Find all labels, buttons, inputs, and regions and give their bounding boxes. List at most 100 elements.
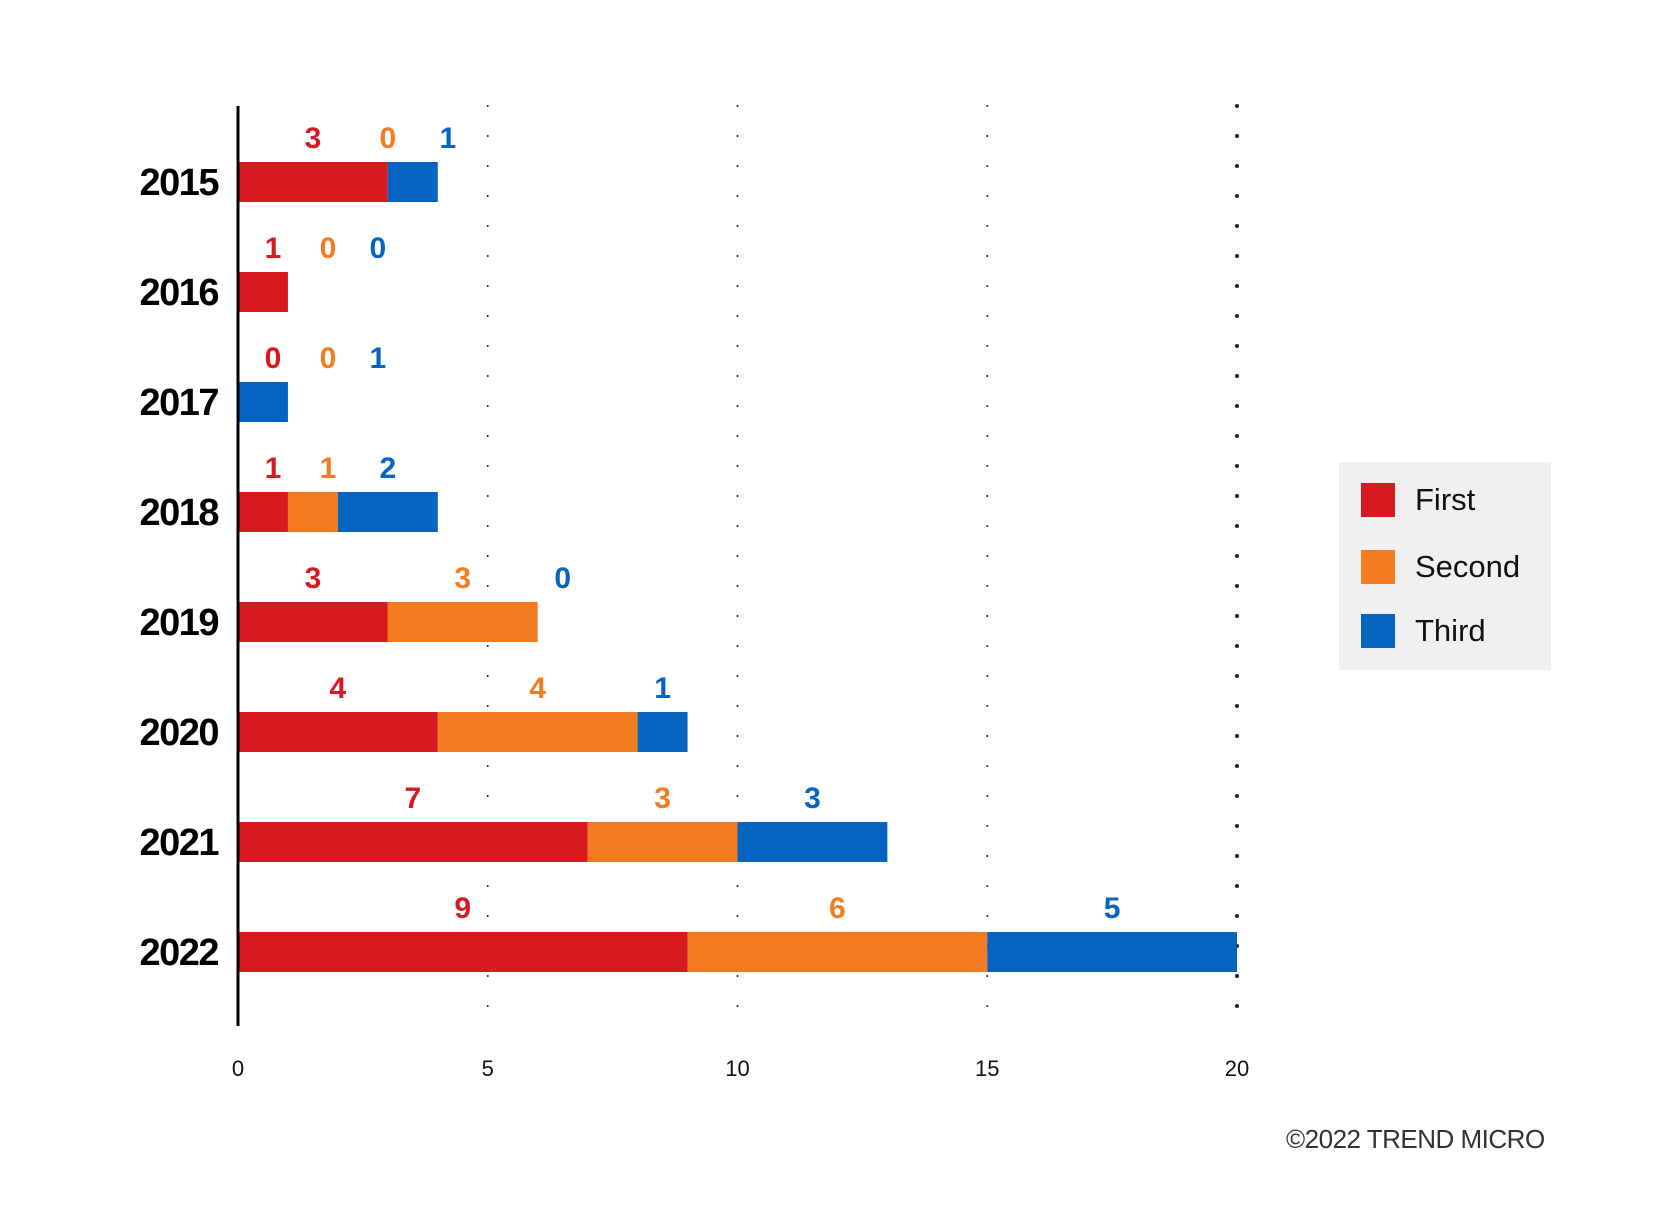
gridline-dot — [486, 705, 489, 707]
bar-segment-third — [637, 712, 688, 752]
gridline-dot — [486, 375, 489, 377]
gridline-dot — [486, 435, 489, 437]
bar-segment-first — [238, 162, 388, 202]
gridline-dot — [986, 885, 989, 887]
gridline-dot — [736, 465, 739, 467]
gridline-dot — [1235, 524, 1239, 528]
gridline-dot — [1235, 884, 1239, 888]
value-label-first: 1 — [265, 232, 282, 265]
value-label-third: 0 — [370, 232, 387, 265]
bar-segment-first — [238, 932, 688, 972]
gridline-dot — [1235, 374, 1239, 378]
legend-label-second: Second — [1415, 549, 1521, 584]
gridline-dot — [736, 585, 739, 587]
x-tick-label: 0 — [232, 1056, 244, 1081]
gridline-dot — [986, 285, 989, 287]
gridline-dot — [736, 165, 739, 167]
value-label-third: 3 — [804, 782, 821, 815]
gridline-dot — [486, 645, 489, 647]
bar-segment-second — [287, 492, 338, 532]
bar-segment-second — [587, 822, 738, 862]
legend-label-first: First — [1415, 482, 1476, 517]
bar-segment-third — [737, 822, 888, 862]
gridline-dot — [986, 375, 989, 377]
gridline-dot — [986, 915, 989, 917]
gridline-dot — [736, 555, 739, 557]
value-label-second: 4 — [529, 672, 546, 705]
gridline-dot — [1235, 734, 1239, 738]
category-label: 2022 — [139, 932, 218, 974]
category-label: 2021 — [139, 822, 219, 864]
gridline-dot — [736, 795, 739, 797]
value-label-first: 1 — [265, 452, 282, 485]
gridline-dot — [486, 975, 489, 977]
gridline-dot — [986, 465, 989, 467]
gridline-dot — [736, 135, 739, 137]
gridline-dot — [1235, 254, 1239, 258]
gridline-dot — [1235, 674, 1239, 678]
gridline-dot — [486, 675, 489, 677]
bar-segment-third — [387, 162, 438, 202]
category-label: 2017 — [139, 382, 218, 424]
gridlines — [486, 104, 1239, 1008]
value-label-third: 0 — [554, 562, 571, 595]
value-label-second: 0 — [320, 232, 337, 265]
legend-swatch-first — [1361, 483, 1395, 517]
gridline-dot — [1235, 764, 1239, 768]
value-label-third: 1 — [439, 122, 456, 155]
bar-segment-first — [238, 712, 438, 752]
bar-segment-first — [238, 822, 588, 862]
gridline-dot — [1235, 914, 1239, 918]
gridline-dot — [1235, 584, 1239, 588]
category-labels: 2015 2016 2017 2018 2019 2020 2021 2022 — [139, 162, 220, 974]
bar-segment-second — [687, 932, 988, 972]
value-label-second: 0 — [380, 122, 397, 155]
bar-segment-second — [437, 712, 638, 752]
value-label-third: 1 — [654, 672, 671, 705]
x-tick-label: 10 — [725, 1056, 749, 1081]
value-label-second: 6 — [829, 892, 846, 925]
gridline-dot — [736, 1005, 739, 1007]
gridline-dot — [986, 975, 989, 977]
gridline-dot — [736, 345, 739, 347]
gridline-dot — [1235, 224, 1239, 228]
value-label-third: 1 — [370, 342, 387, 375]
gridline-dot — [486, 525, 489, 527]
gridline-dot — [1235, 614, 1239, 618]
gridline-dot — [736, 675, 739, 677]
legend-item-third: Third — [1361, 613, 1486, 649]
gridline-dot — [736, 255, 739, 257]
gridline-dot — [1235, 554, 1239, 558]
gridline-dot — [1235, 824, 1239, 828]
gridline-dot — [986, 735, 989, 737]
gridline-dot — [736, 765, 739, 767]
gridline-dot — [986, 225, 989, 227]
gridline-dot — [986, 615, 989, 617]
gridline-dot — [1235, 344, 1239, 348]
gridline-dot — [986, 645, 989, 647]
legend-swatch-second — [1361, 550, 1395, 584]
gridline-dot — [1235, 794, 1239, 798]
value-label-first: 9 — [454, 892, 471, 925]
bars — [238, 162, 1237, 972]
gridline-dot — [1235, 1004, 1239, 1008]
gridline-dot — [736, 435, 739, 437]
gridline-dot — [486, 405, 489, 407]
gridline-dot — [986, 525, 989, 527]
gridline-dot — [986, 135, 989, 137]
gridline-dot — [1235, 104, 1239, 108]
category-label: 2020 — [139, 712, 218, 754]
gridline-dot — [486, 105, 489, 107]
gridline-dot — [1235, 434, 1239, 438]
gridline-dot — [1235, 974, 1239, 978]
value-label-first: 4 — [330, 672, 347, 705]
bar-segment-third — [337, 492, 438, 532]
gridline-dot — [1235, 704, 1239, 708]
category-label: 2018 — [139, 492, 218, 534]
gridline-dot — [986, 855, 989, 857]
value-label-second: 1 — [320, 452, 337, 485]
gridline-dot — [1235, 404, 1239, 408]
gridline-dot — [486, 195, 489, 197]
gridline-dot — [486, 285, 489, 287]
bar-segment-first — [238, 272, 288, 312]
